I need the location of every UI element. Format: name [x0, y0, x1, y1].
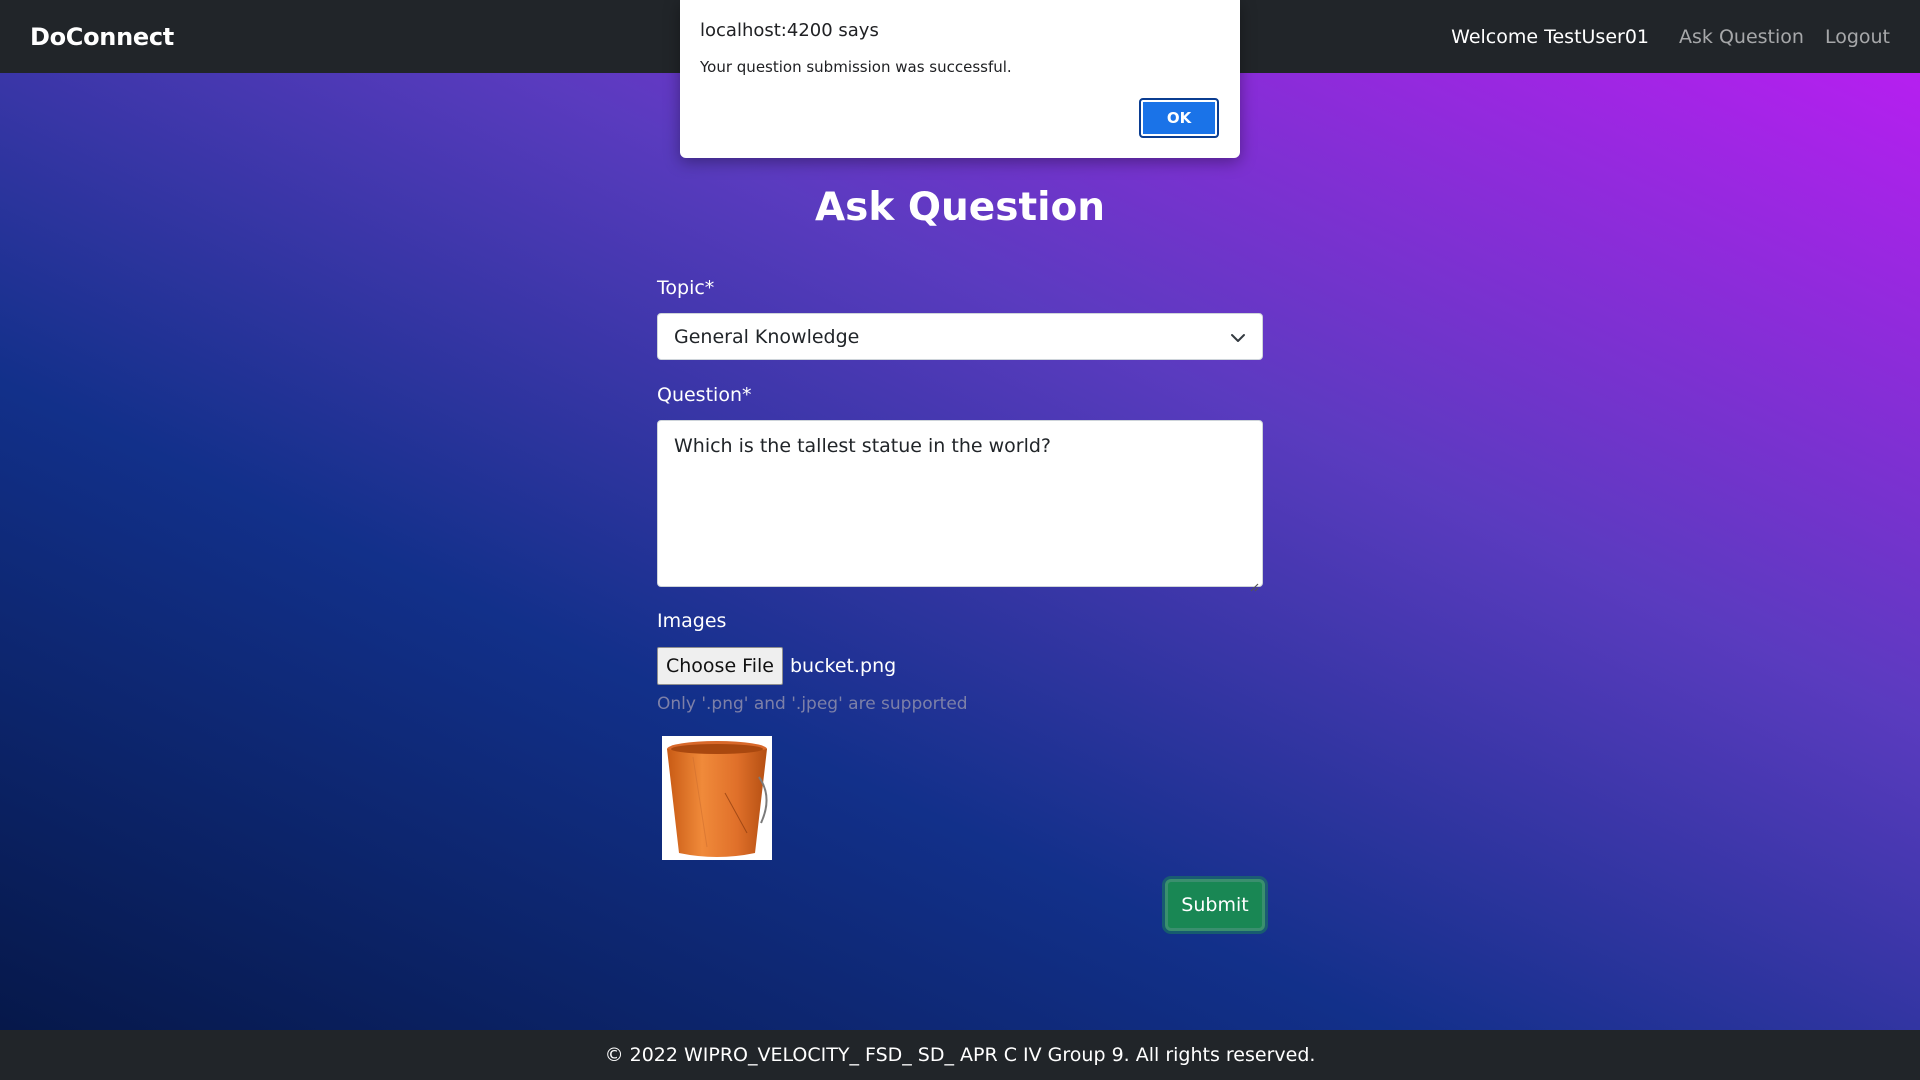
resize-grip-icon[interactable] [1249, 573, 1259, 592]
question-label: Question* [657, 384, 752, 406]
file-input[interactable]: Choose File bucket.png [657, 647, 896, 685]
file-type-hint: Only '.png' and '.jpeg' are supported [657, 694, 968, 714]
dialog-ok-button[interactable]: OK [1139, 98, 1219, 138]
image-preview [662, 736, 772, 860]
main-content: Ask Question Topic* General Knowledge Qu… [0, 73, 1920, 1030]
question-textarea[interactable]: Which is the tallest statue in the world… [657, 420, 1263, 592]
footer-copyright: © 2022 WIPRO_VELOCITY_ FSD_ SD_ APR C IV… [604, 1044, 1316, 1066]
question-text: Which is the tallest statue in the world… [674, 435, 1051, 457]
nav-right-group: Welcome TestUser01 Ask Question Logout [1451, 26, 1890, 48]
dialog-message: Your question submission was successful. [700, 58, 1012, 76]
images-label: Images [657, 610, 727, 632]
chevron-down-icon [1230, 329, 1246, 345]
welcome-text: Welcome TestUser01 [1451, 25, 1650, 48]
brand-logo[interactable]: DoConnect [30, 23, 174, 51]
bucket-image [667, 741, 768, 857]
nav-link-ask-question[interactable]: Ask Question [1679, 26, 1804, 48]
dialog-title: localhost:4200 says [700, 20, 879, 41]
nav-link-logout[interactable]: Logout [1825, 26, 1890, 48]
choose-file-button[interactable]: Choose File [657, 647, 783, 685]
topic-select[interactable]: General Knowledge [657, 313, 1263, 360]
topic-selected-value: General Knowledge [674, 325, 860, 348]
page-title: Ask Question [814, 185, 1106, 230]
footer: © 2022 WIPRO_VELOCITY_ FSD_ SD_ APR C IV… [0, 1030, 1920, 1080]
selected-file-name: bucket.png [789, 655, 897, 677]
submit-button[interactable]: Submit [1165, 879, 1265, 931]
topic-label: Topic* [657, 277, 715, 299]
alert-dialog: localhost:4200 says Your question submis… [680, 0, 1240, 158]
